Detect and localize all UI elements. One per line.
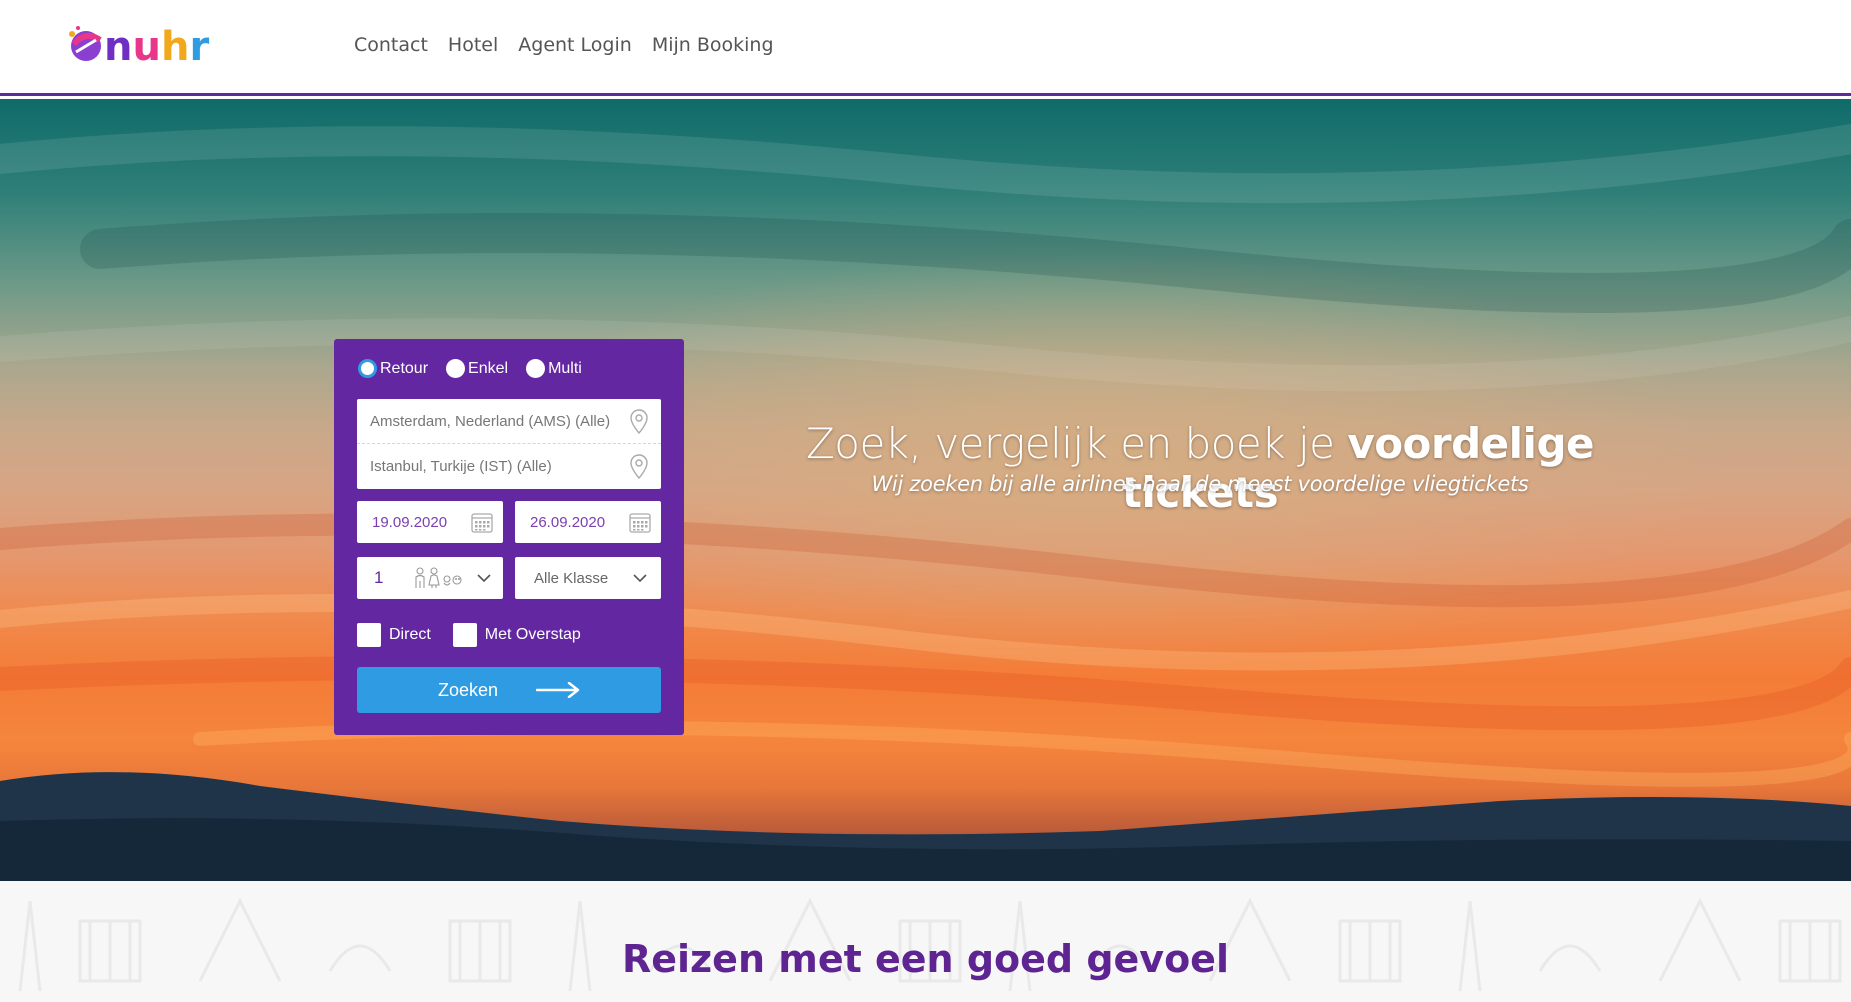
departure-date-input[interactable]: 19.09.2020 [357,501,503,543]
location-pin-icon [630,454,648,480]
trip-type-label: Enkel [468,359,509,377]
intro-section: Reizen met een goed gevoel [0,881,1851,1002]
trip-type-enkel[interactable]: Enkel [446,359,508,378]
hero-title: Zoek, vergelijk en boek je voordelige ti… [760,419,1640,517]
site-header: nuhr Contact Hotel Agent Login Mijn Book… [0,0,1851,96]
chevron-down-icon [477,574,491,583]
search-button[interactable]: Zoeken [357,667,661,713]
option-met-overstap[interactable]: Met Overstap [452,623,581,647]
radio-icon[interactable] [446,359,466,378]
passengers-icon [415,567,462,588]
hero-title-light: Zoek, vergelijk en boek je [805,419,1348,468]
section-title: Reizen met een goed gevoel [622,937,1229,981]
arrow-right-icon [536,682,580,698]
calendar-icon [471,513,493,533]
nav-hotel[interactable]: Hotel [448,34,498,56]
passengers-select[interactable]: 1 [357,557,503,599]
flight-search-panel: Retour Enkel Multi Amsterdam, Nederland … [334,339,684,735]
to-airport-input[interactable]: Istanbul, Turkije (IST) (Alle) [357,444,661,489]
checkbox[interactable] [452,623,477,647]
location-pin-icon [630,409,648,435]
calendar-icon [629,513,651,533]
stop-options: Direct Met Overstap [357,623,581,647]
route-fields: Amsterdam, Nederland (AMS) (Alle) Istanb… [357,399,661,489]
from-airport-input[interactable]: Amsterdam, Nederland (AMS) (Alle) [357,399,661,444]
search-button-label: Zoeken [437,679,499,700]
cabin-class-value: Alle Klasse [534,569,609,587]
nav-agent-login[interactable]: Agent Login [518,34,632,56]
trip-type-label: Multi [548,359,582,377]
nuhr-logo[interactable]: nuhr [66,20,236,72]
option-label: Direct [389,626,431,643]
departure-date-value: 19.09.2020 [372,513,448,531]
chevron-down-icon [633,574,647,583]
svg-text:nuhr: nuhr [104,24,209,70]
checkbox[interactable] [357,623,381,647]
trip-type-group: Retour Enkel Multi [358,359,582,378]
trip-type-multi[interactable]: Multi [526,359,582,378]
main-nav: Contact Hotel Agent Login Mijn Booking [354,34,774,56]
radio-selected-icon[interactable] [358,359,377,378]
passenger-count: 1 [374,568,384,587]
return-date-value: 26.09.2020 [530,513,606,531]
radio-icon[interactable] [526,359,546,378]
option-label: Met Overstap [484,626,581,643]
nav-mijn-booking[interactable]: Mijn Booking [652,34,774,56]
return-date-input[interactable]: 26.09.2020 [515,501,661,543]
from-airport-value: Amsterdam, Nederland (AMS) (Alle) [370,412,611,430]
to-airport-value: Istanbul, Turkije (IST) (Alle) [370,458,552,475]
hero-section: Retour Enkel Multi Amsterdam, Nederland … [0,99,1851,881]
mountain-silhouette [0,772,1851,881]
trip-type-retour[interactable]: Retour [358,359,428,378]
trip-type-label: Retour [380,359,429,377]
nav-contact[interactable]: Contact [354,34,428,56]
option-direct[interactable]: Direct [357,623,431,647]
cabin-class-select[interactable]: Alle Klasse [515,557,661,599]
hero-subtitle: Wij zoeken bij alle airlines naar de mee… [871,472,1529,496]
